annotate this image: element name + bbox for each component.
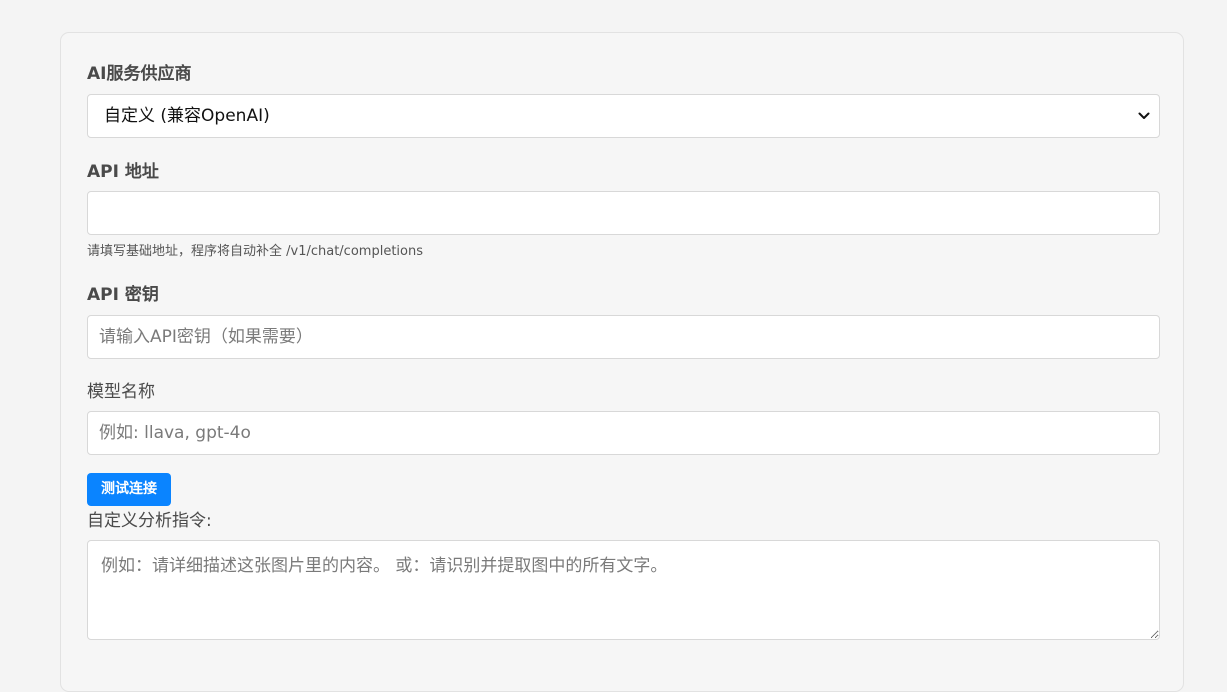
api-url-input[interactable] xyxy=(87,191,1160,235)
provider-select[interactable]: 自定义 (兼容OpenAI) xyxy=(87,94,1160,138)
provider-selected-value: 自定义 (兼容OpenAI) xyxy=(104,106,270,126)
instructions-textarea[interactable] xyxy=(87,540,1160,640)
model-name-input[interactable] xyxy=(87,411,1160,455)
chevron-down-icon xyxy=(1138,112,1150,119)
settings-panel: AI服务供应商 自定义 (兼容OpenAI) API 地址 请填写基础地址，程序… xyxy=(60,32,1184,692)
model-name-label: 模型名称 xyxy=(87,382,155,402)
instructions-label: 自定义分析指令: xyxy=(87,511,212,531)
api-url-label: API 地址 xyxy=(87,162,159,182)
test-connection-button[interactable]: 测试连接 xyxy=(87,473,171,506)
provider-label: AI服务供应商 xyxy=(87,64,192,84)
api-url-hint: 请填写基础地址，程序将自动补全 /v1/chat/completions xyxy=(87,244,423,259)
api-key-label: API 密钥 xyxy=(87,285,159,305)
api-key-input[interactable] xyxy=(87,315,1160,359)
